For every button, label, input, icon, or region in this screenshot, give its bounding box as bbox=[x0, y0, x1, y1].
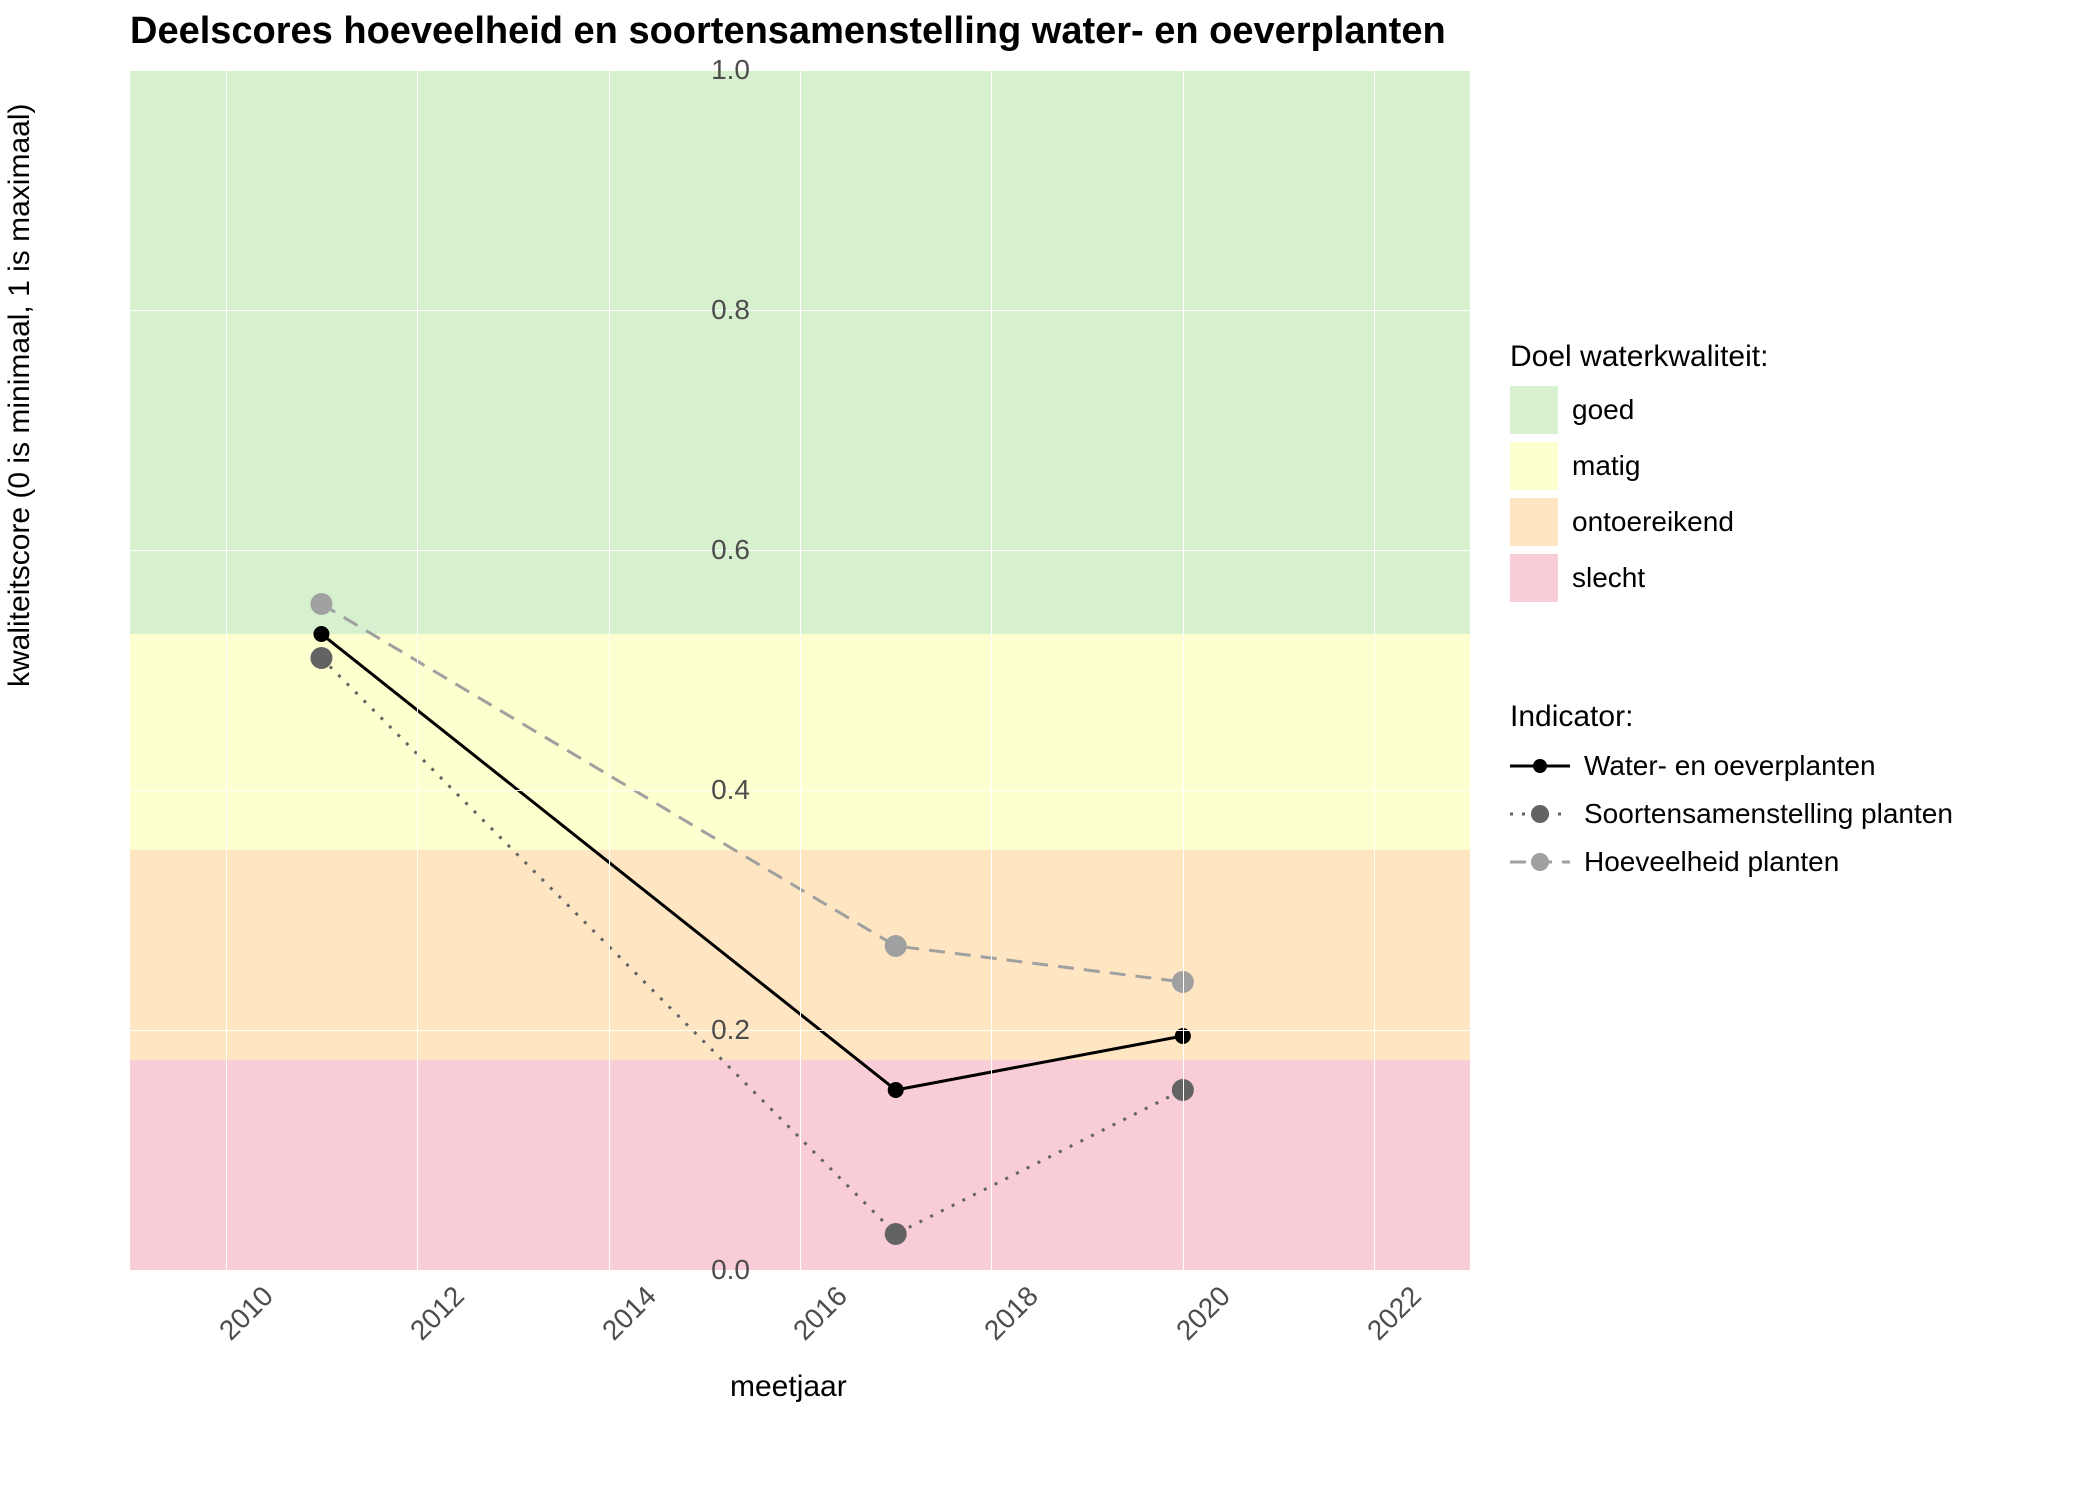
gridline-v bbox=[800, 70, 801, 1270]
legend-label: slecht bbox=[1572, 562, 1645, 594]
legend-indicator-item: Soortensamenstelling planten bbox=[1510, 794, 1953, 834]
series-point bbox=[310, 593, 332, 615]
gridline-v bbox=[609, 70, 610, 1270]
legend-quality-item: slecht bbox=[1510, 554, 1768, 602]
legend-indicator-item: Hoeveelheid planten bbox=[1510, 842, 1953, 882]
y-axis-label: kwaliteitscore (0 is minimaal, 1 is maxi… bbox=[3, 104, 37, 687]
legend-quality-title: Doel waterkwaliteit: bbox=[1510, 340, 1768, 374]
legend-label: Water- en oeverplanten bbox=[1584, 750, 1876, 782]
x-tick-label: 2016 bbox=[787, 1280, 854, 1347]
legend-quality-item: ontoereikend bbox=[1510, 498, 1768, 546]
gridline-v bbox=[991, 70, 992, 1270]
x-axis-label: meetjaar bbox=[730, 1370, 847, 1404]
y-tick-label: 0.0 bbox=[690, 1254, 750, 1286]
legend-quality-item: goed bbox=[1510, 386, 1768, 434]
legend-swatch bbox=[1510, 498, 1558, 546]
y-tick-label: 0.8 bbox=[690, 294, 750, 326]
gridline-v bbox=[226, 70, 227, 1270]
legend-quality: Doel waterkwaliteit: goed matig ontoereike… bbox=[1510, 340, 1768, 610]
x-tick-label: 2010 bbox=[213, 1280, 280, 1347]
y-tick-label: 1.0 bbox=[690, 54, 750, 86]
legend-indicator-title: Indicator: bbox=[1510, 700, 1953, 734]
gridline-v bbox=[1183, 70, 1184, 1270]
gridline-v bbox=[1374, 70, 1375, 1270]
series-line bbox=[321, 658, 1182, 1234]
legend-label: ontoereikend bbox=[1572, 506, 1734, 538]
chart-container: Deelscores hoeveelheid en soortensamenst… bbox=[0, 0, 2100, 1500]
legend-indicator: Indicator: Water- en oeverplanten Soorten… bbox=[1510, 700, 1953, 890]
series-point bbox=[310, 647, 332, 669]
legend-swatch bbox=[1510, 386, 1558, 434]
legend-line-icon bbox=[1510, 751, 1570, 781]
series-point bbox=[888, 1082, 904, 1098]
y-tick-label: 0.2 bbox=[690, 1014, 750, 1046]
x-tick-label: 2014 bbox=[596, 1280, 663, 1347]
x-tick-label: 2012 bbox=[404, 1280, 471, 1347]
y-tick-label: 0.4 bbox=[690, 774, 750, 806]
x-tick-label: 2020 bbox=[1170, 1280, 1237, 1347]
series-point bbox=[313, 626, 329, 642]
gridline-h bbox=[130, 1270, 1470, 1271]
legend-quality-item: matig bbox=[1510, 442, 1768, 490]
gridline-v bbox=[417, 70, 418, 1270]
legend-swatch bbox=[1510, 442, 1558, 490]
legend-swatch bbox=[1510, 554, 1558, 602]
legend-label: Soortensamenstelling planten bbox=[1584, 798, 1953, 830]
legend-line-icon bbox=[1510, 847, 1570, 877]
series-point bbox=[885, 935, 907, 957]
x-tick-label: 2018 bbox=[979, 1280, 1046, 1347]
x-tick-label: 2022 bbox=[1361, 1280, 1428, 1347]
chart-title: Deelscores hoeveelheid en soortensamenst… bbox=[130, 10, 1446, 53]
legend-indicator-item: Water- en oeverplanten bbox=[1510, 746, 1953, 786]
series-line bbox=[321, 604, 1182, 982]
legend-label: Hoeveelheid planten bbox=[1584, 846, 1839, 878]
y-tick-label: 0.6 bbox=[690, 534, 750, 566]
plot-area bbox=[130, 70, 1470, 1270]
series-point bbox=[885, 1223, 907, 1245]
legend-label: goed bbox=[1572, 394, 1634, 426]
legend-label: matig bbox=[1572, 450, 1640, 482]
legend-line-icon bbox=[1510, 799, 1570, 829]
